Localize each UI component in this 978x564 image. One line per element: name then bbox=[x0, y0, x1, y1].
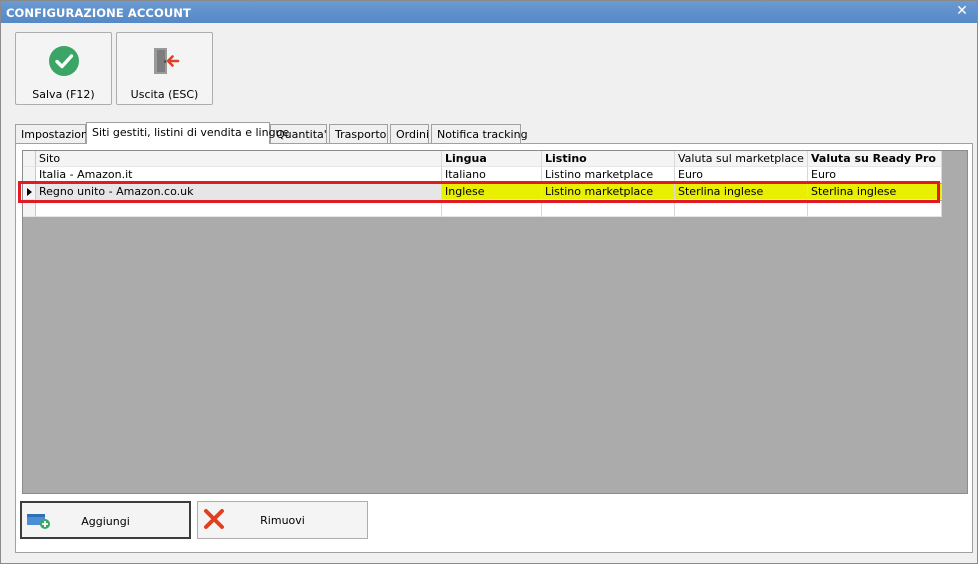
cell-lingua[interactable]: Inglese bbox=[442, 184, 542, 200]
add-button-label: Aggiungi bbox=[81, 515, 130, 528]
cell-sito[interactable]: Italia - Amazon.it bbox=[36, 167, 442, 183]
cell-valuta-readypro[interactable] bbox=[808, 201, 942, 217]
column-header-valuta-readypro[interactable]: Valuta su Ready Pro bbox=[808, 151, 942, 167]
door-exit-icon bbox=[154, 48, 180, 74]
tab-label: Notifica tracking bbox=[437, 128, 528, 141]
remove-button-label: Rimuovi bbox=[260, 514, 305, 527]
remove-button[interactable]: Rimuovi bbox=[197, 501, 368, 539]
grid-header: Sito Lingua Listino Valuta sul marketpla… bbox=[23, 151, 942, 167]
tab-label: Ordini bbox=[396, 128, 430, 141]
tab-trasporto[interactable]: Trasporto bbox=[329, 124, 388, 144]
save-button-label: Salva (F12) bbox=[32, 88, 95, 101]
cell-listino[interactable]: Listino marketplace bbox=[542, 167, 675, 183]
close-button[interactable]: ✕ bbox=[954, 2, 970, 20]
exit-button[interactable]: Uscita (ESC) bbox=[116, 32, 213, 105]
sites-grid[interactable]: Sito Lingua Listino Valuta sul marketpla… bbox=[22, 150, 968, 494]
tab-label: Siti gestiti, listini di vendita e lingu… bbox=[92, 126, 290, 139]
table-row[interactable]: Italia - Amazon.it Italiano Listino mark… bbox=[23, 167, 942, 183]
tab-label: Impostazioni bbox=[21, 128, 92, 141]
table-row-new[interactable] bbox=[23, 201, 942, 217]
window-title: CONFIGURAZIONE ACCOUNT bbox=[6, 6, 191, 20]
row-header[interactable] bbox=[23, 201, 36, 217]
tab-siti-gestiti[interactable]: Siti gestiti, listini di vendita e lingu… bbox=[86, 122, 289, 144]
column-header-sito[interactable]: Sito bbox=[36, 151, 442, 167]
cell-valuta-marketplace[interactable] bbox=[675, 201, 808, 217]
cell-lingua[interactable] bbox=[442, 201, 542, 217]
tab-label: Trasporto bbox=[335, 128, 387, 141]
add-button[interactable]: Aggiungi bbox=[20, 501, 191, 539]
row-header-corner bbox=[23, 151, 36, 167]
check-circle-icon bbox=[49, 46, 79, 76]
tab-notifica-tracking[interactable]: Notifica tracking bbox=[431, 124, 528, 144]
cell-valuta-readypro[interactable]: Sterlina inglese bbox=[808, 184, 942, 200]
title-bar[interactable]: CONFIGURAZIONE ACCOUNT ✕ bbox=[1, 1, 977, 23]
current-row-arrow-icon bbox=[27, 188, 32, 196]
table-row-selected[interactable]: Regno unito - Amazon.co.uk Inglese Listi… bbox=[23, 184, 942, 200]
cell-listino[interactable] bbox=[542, 201, 675, 217]
row-header[interactable] bbox=[23, 184, 36, 200]
tab-impostazioni[interactable]: Impostazioni bbox=[15, 124, 91, 144]
exit-button-label: Uscita (ESC) bbox=[130, 88, 199, 101]
column-header-valuta-marketplace[interactable]: Valuta sul marketplace bbox=[675, 151, 808, 167]
cell-listino[interactable]: Listino marketplace bbox=[542, 184, 675, 200]
cell-valuta-marketplace[interactable]: Euro bbox=[675, 167, 808, 183]
cell-lingua[interactable]: Italiano bbox=[442, 167, 542, 183]
cell-valuta-readypro[interactable]: Euro bbox=[808, 167, 942, 183]
cell-sito[interactable]: Regno unito - Amazon.co.uk bbox=[36, 184, 442, 200]
column-header-lingua[interactable]: Lingua bbox=[442, 151, 542, 167]
cell-sito[interactable] bbox=[36, 201, 442, 217]
tab-panel-siti: Sito Lingua Listino Valuta sul marketpla… bbox=[15, 143, 973, 553]
row-header[interactable] bbox=[23, 167, 36, 183]
tab-ordini[interactable]: Ordini bbox=[390, 124, 429, 144]
config-account-window: CONFIGURAZIONE ACCOUNT ✕ Salva (F12) Usc… bbox=[0, 0, 978, 564]
column-header-listino[interactable]: Listino bbox=[542, 151, 675, 167]
save-button[interactable]: Salva (F12) bbox=[15, 32, 112, 105]
cell-valuta-marketplace[interactable]: Sterlina inglese bbox=[675, 184, 808, 200]
